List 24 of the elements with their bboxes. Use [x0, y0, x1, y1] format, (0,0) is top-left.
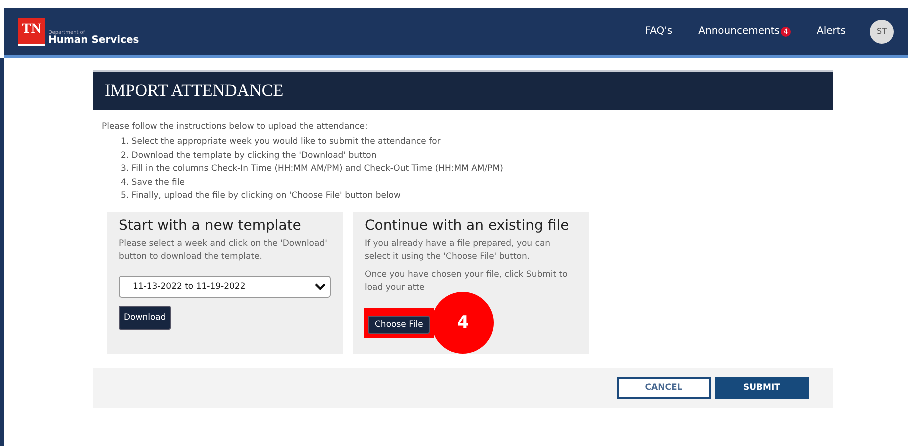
instruction-step: 2. Download the template by clicking the 'Download' button [121, 150, 833, 163]
week-select[interactable]: 11-13-2022 to 11-19-2022 [119, 276, 331, 298]
instruction-step: 4. Save the file [121, 176, 833, 190]
instruction-step: 1. Select the appropriate week you would like to submit the attendance for [121, 136, 833, 150]
chevron-down-icon [315, 282, 326, 290]
cancel-button[interactable]: CANCEL [617, 376, 711, 398]
user-avatar[interactable]: ST [870, 20, 894, 44]
step-marker: 4 [432, 292, 494, 354]
logo-tile: TN [18, 18, 46, 46]
instructions-intro: Please follow the instructions below to upload the attendance: [102, 122, 369, 132]
instruction-step: 5. Finally, upload the file by clicking on 'Choose File' button below [121, 190, 833, 204]
org-name: Human Services [48, 36, 140, 46]
instruction-step: 3. Fill in the columns Check-In Time (HH:MM AM/PM) and Check-Out Time (HH:MM AM/PM) [121, 163, 833, 176]
card-text: Please select a week and click on the 'Download' button to download the template. [119, 238, 328, 264]
choose-file-button[interactable]: Choose File [368, 316, 430, 334]
download-button[interactable]: Download [119, 306, 172, 330]
nav-link[interactable]: FAQ's [645, 26, 673, 37]
page-title: IMPORT ATTENDANCE [105, 81, 284, 101]
card-text: If you already have a file prepared, you can select it using the 'Choose File' button. [365, 238, 552, 264]
card-title: Continue with an existing file [365, 218, 570, 234]
submit-button[interactable]: SUBMIT [715, 376, 809, 398]
card-text: Once you have chosen your file, click Submit to load your atte [365, 268, 569, 294]
nav-link[interactable]: Alerts [816, 26, 846, 37]
card-title: Start with a new template [119, 218, 302, 234]
